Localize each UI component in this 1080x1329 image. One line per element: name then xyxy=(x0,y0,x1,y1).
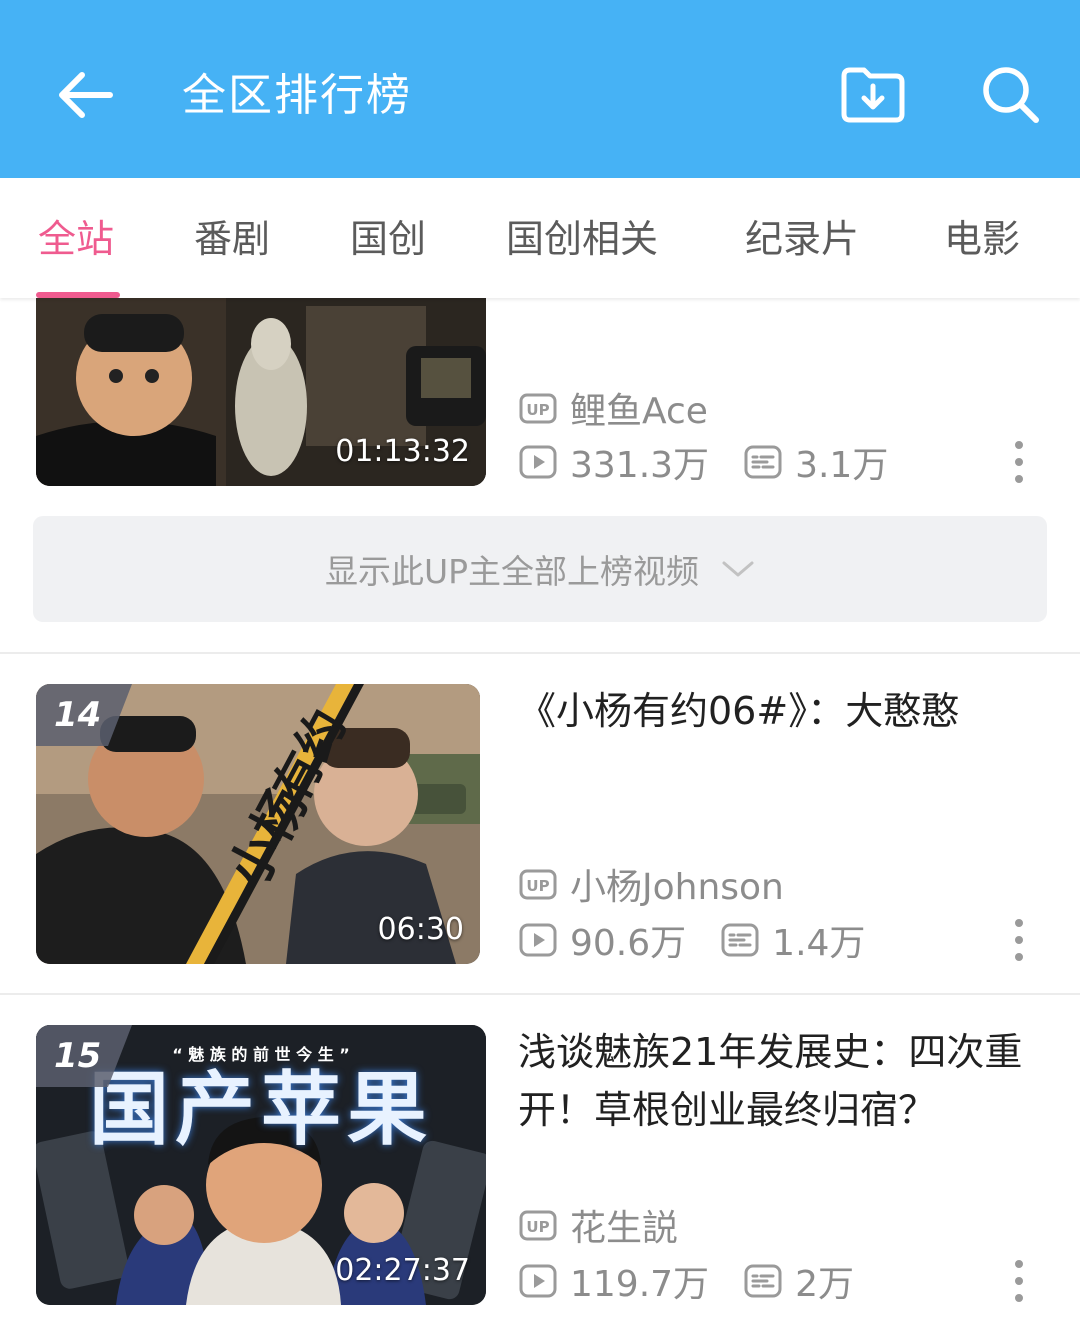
tab-guochuang-related[interactable]: 国创相关 xyxy=(506,214,658,264)
video-thumbnail[interactable]: “ 魅 族 的 前 世 今 生 ” 国产苹果 15 02:27:37 xyxy=(36,1025,486,1305)
show-all-uploader-videos-button[interactable]: 显示此UP主全部上榜视频 xyxy=(33,516,1047,622)
search-button[interactable] xyxy=(978,62,1044,128)
app-header: 全区排行榜 xyxy=(0,0,1080,178)
stats-row: 90.6万 1.4万 xyxy=(518,918,865,964)
svg-text:UP: UP xyxy=(526,1218,549,1236)
danmaku-icon xyxy=(744,445,782,479)
danmaku-icon xyxy=(744,1264,782,1298)
uploader-row[interactable]: UP 花生説 xyxy=(518,1203,678,1249)
uploader-row[interactable]: UP 小杨Johnson xyxy=(518,862,784,908)
arrow-left-icon xyxy=(59,72,113,118)
uploader-name: 花生説 xyxy=(570,1208,679,1249)
category-tabs: 全站 番剧 国创 国创相关 纪录片 电影 xyxy=(0,178,1080,298)
view-count: 119.7万 xyxy=(570,1264,710,1305)
page-title: 全区排行榜 xyxy=(182,70,412,121)
svg-text:UP: UP xyxy=(526,401,549,419)
rank-badge: 14 xyxy=(36,684,132,746)
uploader-name: 小杨Johnson xyxy=(570,867,784,908)
back-button[interactable] xyxy=(52,62,118,128)
show-all-label: 显示此UP主全部上榜视频 xyxy=(324,552,700,591)
rank-number: 15 xyxy=(54,1036,102,1076)
list-item[interactable]: 小杨 有约 14 06:30 《小杨有约06#》：大憨憨 UP 小杨Johnso… xyxy=(0,654,1080,994)
list-item[interactable]: 01:13:32 UP 鲤鱼Ace 331.3万 3.1万 显示此UP主全部上榜… xyxy=(0,298,1080,654)
search-icon xyxy=(983,67,1039,123)
download-button[interactable] xyxy=(838,62,908,128)
more-button[interactable] xyxy=(1004,915,1034,965)
chevron-down-icon xyxy=(722,561,754,577)
view-count: 90.6万 xyxy=(570,923,687,964)
tab-guochuang[interactable]: 国创 xyxy=(350,214,426,264)
tab-bangumi[interactable]: 番剧 xyxy=(194,214,270,264)
list-item[interactable]: “ 魅 族 的 前 世 今 生 ” 国产苹果 15 02:27:37 浅谈魅族2… xyxy=(0,995,1080,1329)
rank-number: 14 xyxy=(54,695,102,735)
stats-row: 119.7万 2万 xyxy=(518,1259,854,1305)
tab-documentary[interactable]: 纪录片 xyxy=(745,214,859,264)
more-vertical-icon xyxy=(1015,919,1023,961)
more-button[interactable] xyxy=(1004,1256,1034,1306)
view-count: 331.3万 xyxy=(570,445,710,486)
play-count-icon xyxy=(519,923,557,957)
video-duration: 06:30 xyxy=(377,912,464,947)
up-badge-icon: UP xyxy=(519,869,557,900)
svg-text:UP: UP xyxy=(526,877,549,895)
video-title[interactable]: 《小杨有约06#》：大憨憨 xyxy=(518,682,1038,740)
video-duration: 01:13:32 xyxy=(335,434,470,469)
play-count-icon xyxy=(519,1264,557,1298)
play-count-icon xyxy=(519,445,557,479)
tab-all-site[interactable]: 全站 xyxy=(38,214,114,264)
stats-row: 331.3万 3.1万 xyxy=(518,440,888,486)
video-thumbnail[interactable]: 01:13:32 xyxy=(36,298,486,486)
danmaku-icon xyxy=(721,923,759,957)
folder-download-icon xyxy=(841,67,905,123)
danmaku-count: 1.4万 xyxy=(772,923,866,964)
more-vertical-icon xyxy=(1015,441,1023,483)
up-badge-icon: UP xyxy=(519,1210,557,1241)
tab-movie[interactable]: 电影 xyxy=(944,214,1020,264)
ranking-list: 01:13:32 UP 鲤鱼Ace 331.3万 3.1万 显示此UP主全部上榜… xyxy=(0,298,1080,1329)
up-badge-icon: UP xyxy=(519,393,557,424)
uploader-row[interactable]: UP 鲤鱼Ace xyxy=(518,386,708,432)
uploader-name: 鲤鱼Ace xyxy=(570,391,708,432)
danmaku-count: 3.1万 xyxy=(795,445,889,486)
more-vertical-icon xyxy=(1015,1260,1023,1302)
rank-badge: 15 xyxy=(36,1025,132,1087)
video-duration: 02:27:37 xyxy=(335,1253,470,1288)
more-button[interactable] xyxy=(1004,437,1034,487)
active-tab-indicator xyxy=(36,292,120,298)
video-thumbnail[interactable]: 小杨 有约 14 06:30 xyxy=(36,684,480,964)
danmaku-count: 2万 xyxy=(795,1264,854,1305)
video-title[interactable]: 浅谈魅族21年发展史：四次重开！草根创业最终归宿？ xyxy=(518,1023,1038,1139)
